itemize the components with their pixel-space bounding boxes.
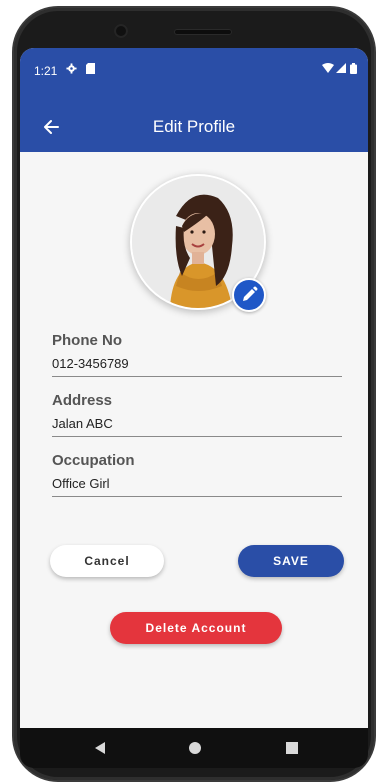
phone-underline — [52, 376, 342, 377]
top-bezel — [14, 8, 374, 50]
occupation-underline — [52, 496, 342, 497]
occupation-input[interactable]: Office Girl — [52, 476, 342, 494]
home-circle-icon[interactable] — [185, 738, 205, 758]
phone-label: Phone No — [52, 332, 122, 349]
page-title: Edit Profile — [152, 117, 236, 136]
profile-avatar-group — [130, 174, 266, 312]
app-screen: 1:21 Edit Profile Phone No 012-3456789 A… — [20, 48, 368, 728]
status-bar: 1:21 — [20, 48, 368, 102]
back-triangle-icon[interactable] — [90, 738, 110, 758]
pencil-icon — [243, 286, 258, 301]
front-camera-icon — [114, 24, 128, 38]
address-field[interactable]: Address Jalan ABC — [52, 392, 342, 437]
delete-account-button[interactable]: Delete Account — [110, 612, 282, 644]
cancel-button[interactable]: Cancel — [50, 545, 164, 577]
occupation-label: Occupation — [52, 452, 135, 469]
system-nav-bar — [20, 728, 368, 768]
phone-field[interactable]: Phone No 012-3456789 — [52, 332, 342, 377]
address-underline — [52, 436, 342, 437]
phone-input[interactable]: 012-3456789 — [52, 356, 342, 374]
status-time: 1:21 — [34, 64, 58, 78]
address-input[interactable]: Jalan ABC — [52, 416, 342, 434]
sim-card-icon — [86, 63, 95, 77]
settings-icon — [66, 63, 77, 77]
speaker-grille — [174, 29, 232, 35]
save-button[interactable]: SAVE — [238, 545, 344, 577]
battery-icon — [350, 63, 357, 77]
app-bar: Edit Profile — [20, 102, 368, 152]
edit-photo-button[interactable] — [232, 278, 266, 312]
wifi-icon — [322, 63, 334, 76]
signal-icon — [336, 63, 346, 76]
occupation-field[interactable]: Occupation Office Girl — [52, 452, 342, 497]
recents-square-icon[interactable] — [282, 738, 302, 758]
address-label: Address — [52, 392, 113, 409]
